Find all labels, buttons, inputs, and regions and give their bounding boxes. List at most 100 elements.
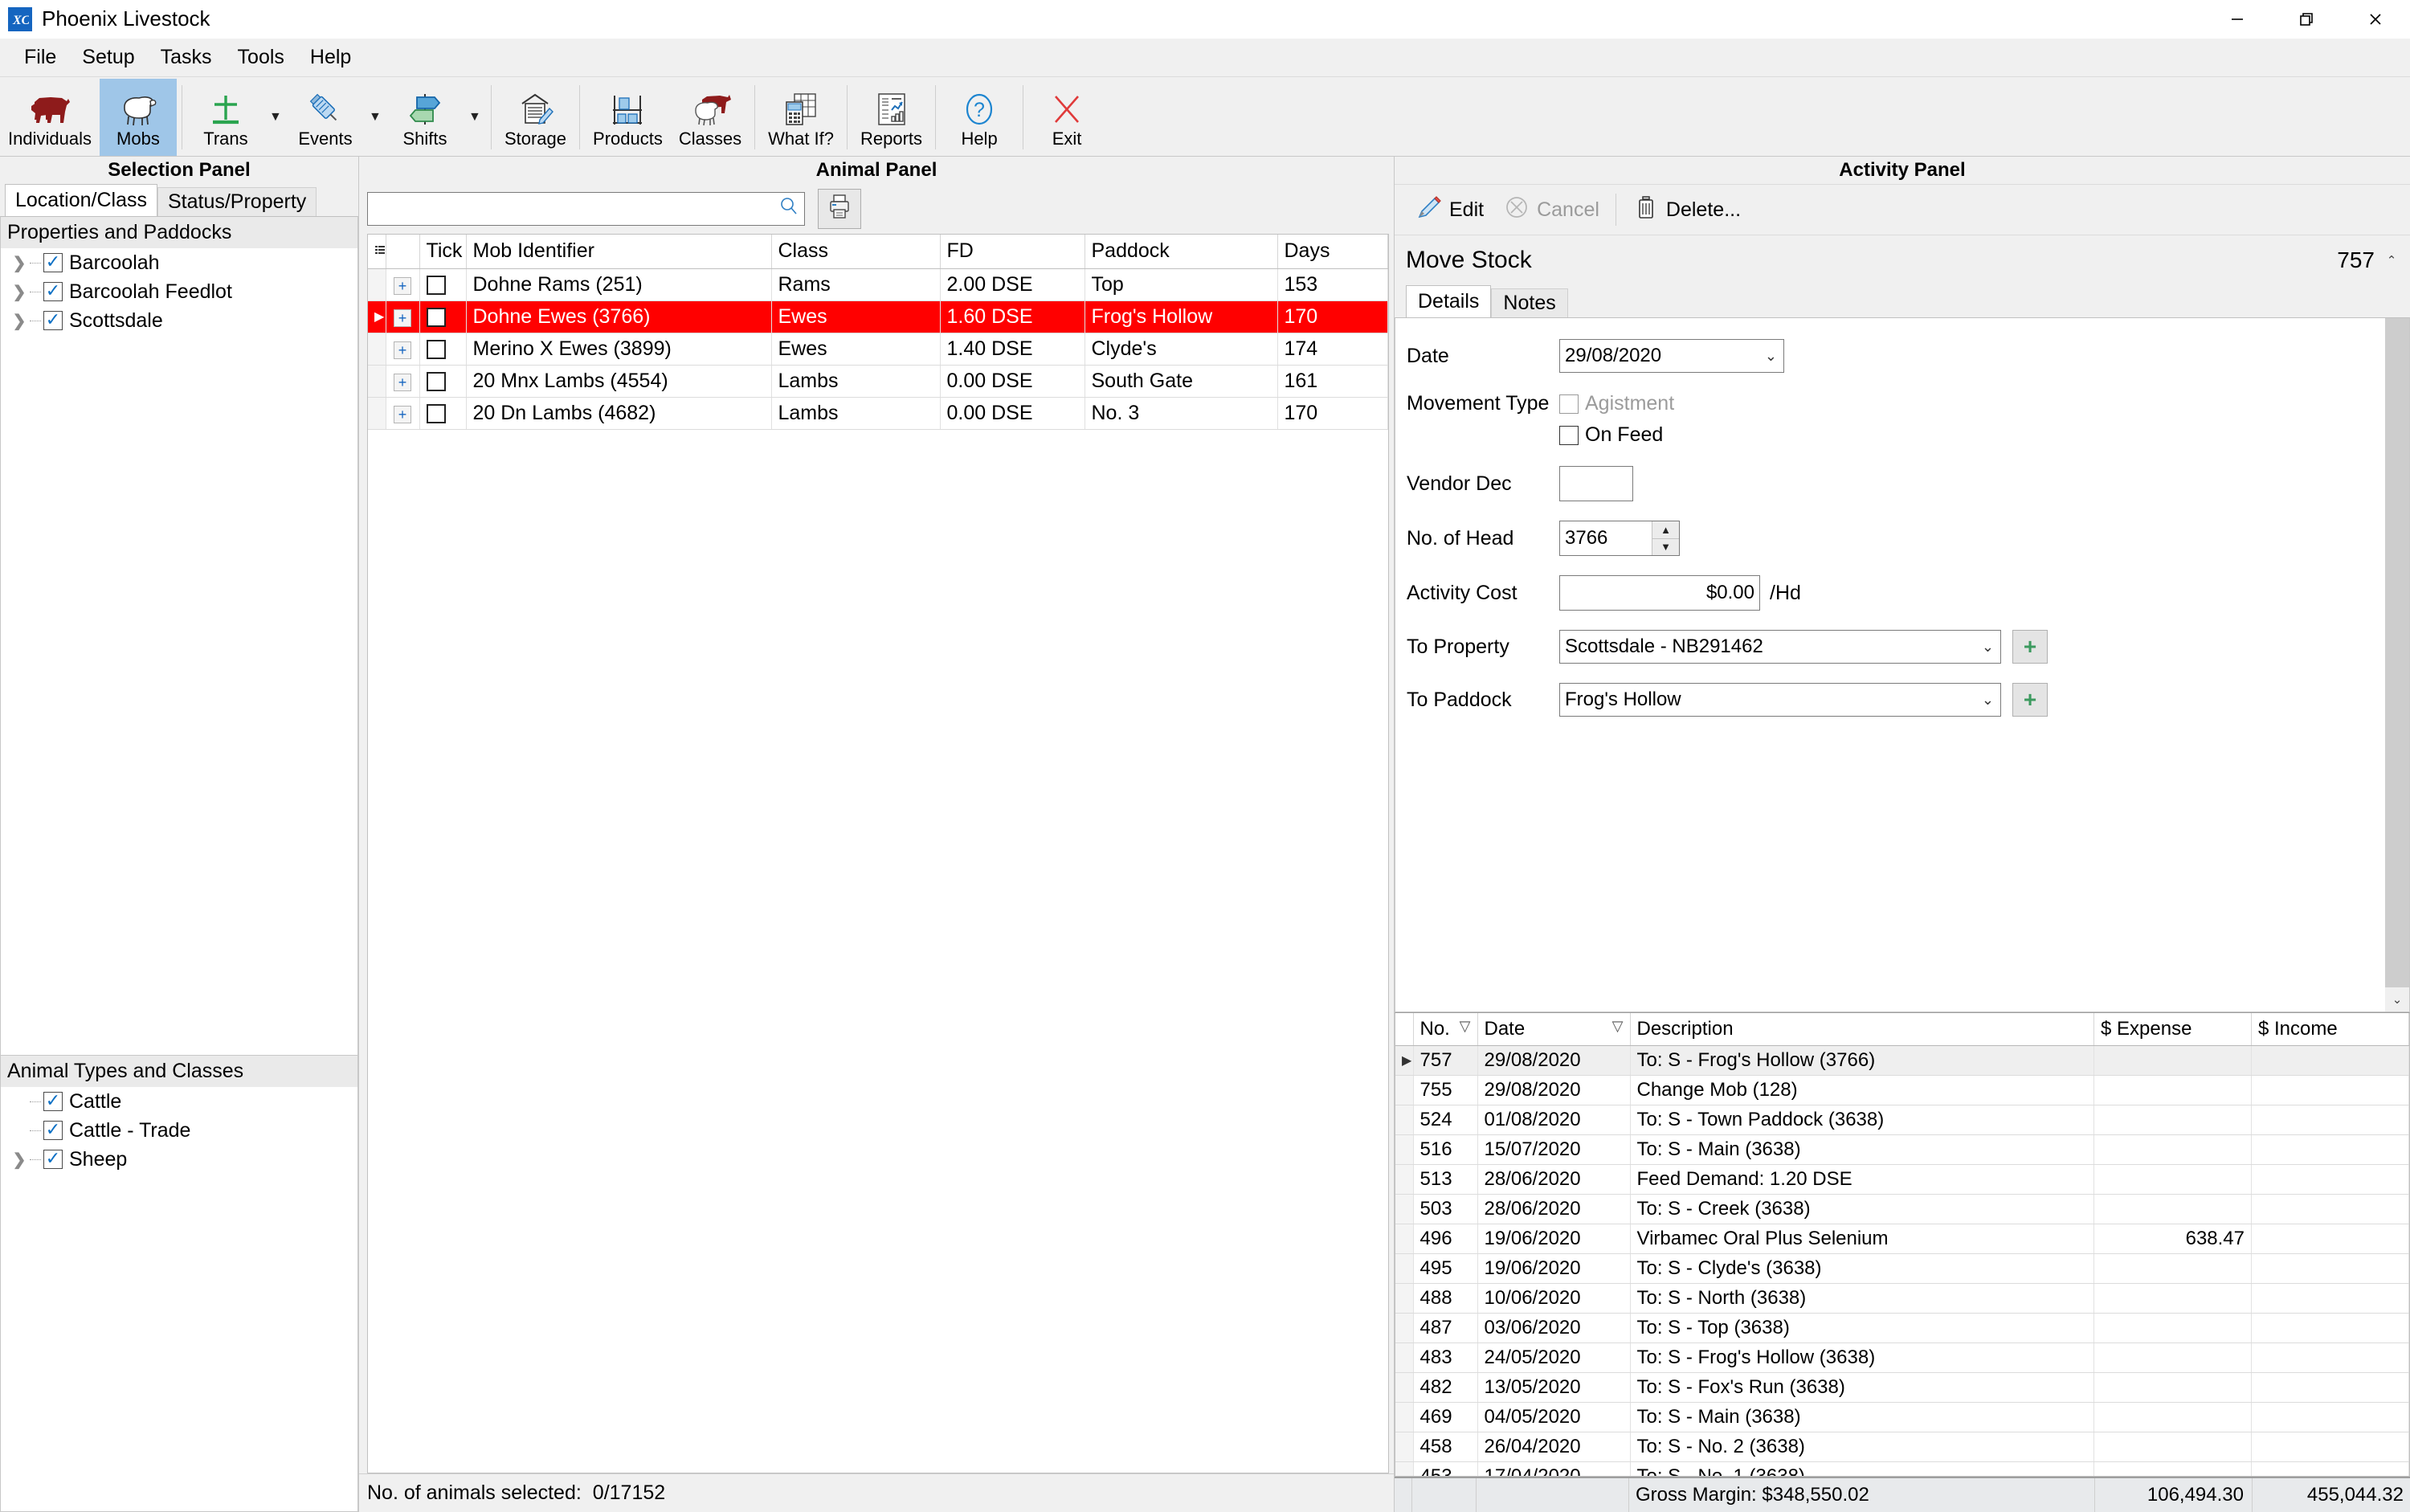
column-header-class[interactable]: Class	[771, 235, 941, 269]
add-property-button[interactable]: +	[2012, 630, 2048, 664]
table-row[interactable]: 516 15/07/2020 To: S - Main (3638)	[1395, 1134, 2409, 1165]
table-row[interactable]: + 20 Dn Lambs (4682) Lambs 0.00 DSE No. …	[368, 397, 1388, 430]
chevron-down-icon[interactable]: ⌄	[1982, 639, 1994, 656]
tick-checkbox[interactable]	[426, 307, 446, 327]
toolbar-button-exit[interactable]: Exit	[1028, 79, 1105, 156]
chevron-right-icon[interactable]: ❯	[9, 282, 30, 302]
toolbar-dropdown-events[interactable]: ▼	[364, 79, 386, 156]
table-row[interactable]: 482 13/05/2020 To: S - Fox's Run (3638)	[1395, 1372, 2409, 1403]
plus-icon[interactable]: +	[394, 276, 411, 295]
table-row[interactable]: 495 19/06/2020 To: S - Clyde's (3638)	[1395, 1253, 2409, 1284]
tree-item-barcoolah-feedlot[interactable]: ❯ Barcoolah Feedlot	[1, 277, 357, 306]
row-tick[interactable]	[419, 268, 467, 301]
row-expander[interactable]: +	[386, 365, 420, 398]
tick-checkbox[interactable]	[426, 339, 446, 359]
table-row[interactable]: 483 24/05/2020 To: S - Frog's Hollow (36…	[1395, 1342, 2409, 1373]
maximize-restore-button[interactable]	[2272, 0, 2341, 39]
column-header-tick[interactable]: Tick	[419, 235, 467, 269]
plus-icon[interactable]: +	[394, 309, 411, 327]
vendor-dec-input[interactable]	[1559, 466, 1633, 501]
stepper-down-icon[interactable]: ▼	[1652, 538, 1679, 555]
history-column-expense[interactable]: $ Expense	[2093, 1013, 2252, 1046]
tick-checkbox[interactable]	[426, 275, 446, 295]
column-header-mob-identifier[interactable]: Mob Identifier	[466, 235, 772, 269]
table-row[interactable]: 755 29/08/2020 Change Mob (128)	[1395, 1075, 2409, 1105]
activity-form-scrollbar[interactable]: ⌄	[2385, 318, 2409, 1011]
chevron-down-icon[interactable]: ⌄	[1982, 692, 1994, 709]
toolbar-button-what-if[interactable]: What If?	[760, 79, 842, 156]
tree-item-cattle-trade[interactable]: ❯ Cattle - Trade	[1, 1116, 357, 1145]
column-header-fd[interactable]: FD	[940, 235, 1085, 269]
row-expander[interactable]: +	[386, 300, 420, 333]
table-row[interactable]: 453 17/04/2020 To: S - No. 1 (3638)	[1395, 1461, 2409, 1476]
checkbox-barcoolah-feedlot[interactable]	[43, 282, 63, 301]
scrollbar-thumb[interactable]	[2385, 318, 2409, 987]
column-header-days[interactable]: Days	[1277, 235, 1388, 269]
tick-checkbox[interactable]	[426, 371, 446, 391]
print-button[interactable]	[818, 189, 861, 229]
menu-tools[interactable]: Tools	[225, 41, 297, 74]
activity-cost-input[interactable]: $0.00	[1559, 575, 1760, 611]
table-row[interactable]: 487 03/06/2020 To: S - Top (3638)	[1395, 1313, 2409, 1343]
toolbar-dropdown-shifts[interactable]: ▼	[464, 79, 486, 156]
table-row[interactable]: + Merino X Ewes (3899) Ewes 1.40 DSE Cly…	[368, 333, 1388, 366]
to-paddock-combobox[interactable]: Frog's Hollow ⌄	[1559, 683, 2001, 717]
menu-help[interactable]: Help	[297, 41, 364, 74]
checkbox-on-feed[interactable]	[1559, 425, 1579, 445]
toolbar-dropdown-trans[interactable]: ▼	[264, 79, 287, 156]
tab-notes[interactable]: Notes	[1491, 288, 1568, 317]
tree-item-cattle[interactable]: ❯ Cattle	[1, 1087, 357, 1116]
table-row[interactable]: ▶ + Dohne Ewes (3766) Ewes 1.60 DSE Frog…	[368, 300, 1388, 333]
table-row[interactable]: 524 01/08/2020 To: S - Town Paddock (363…	[1395, 1105, 2409, 1135]
table-row[interactable]: 469 04/05/2020 To: S - Main (3638)	[1395, 1402, 2409, 1432]
history-column-description[interactable]: Description	[1630, 1013, 2094, 1046]
checkbox-sheep[interactable]	[43, 1150, 63, 1169]
history-column-income[interactable]: $ Income	[2251, 1013, 2409, 1046]
date-combobox[interactable]: 29/08/2020 ⌄	[1559, 339, 1784, 373]
checkbox-cattle-trade[interactable]	[43, 1121, 63, 1140]
menu-file[interactable]: File	[11, 41, 69, 74]
tab-location-class[interactable]: Location/Class	[5, 184, 157, 216]
scroll-down-arrow-icon[interactable]: ⌄	[2385, 987, 2409, 1011]
tree-item-sheep[interactable]: ❯ Sheep	[1, 1145, 357, 1174]
toolbar-button-storage[interactable]: Storage	[496, 79, 574, 156]
menu-tasks[interactable]: Tasks	[148, 41, 225, 74]
edit-button[interactable]: Edit	[1406, 190, 1493, 230]
toolbar-button-classes[interactable]: Classes	[671, 79, 750, 156]
plus-icon[interactable]: +	[394, 405, 411, 423]
table-row[interactable]: 488 10/06/2020 To: S - North (3638)	[1395, 1283, 2409, 1314]
table-row[interactable]: ▶ 757 29/08/2020 To: S - Frog's Hollow (…	[1395, 1045, 2409, 1076]
table-row[interactable]: + Dohne Rams (251) Rams 2.00 DSE Top 153	[368, 268, 1388, 301]
toolbar-button-help[interactable]: ? Help	[941, 79, 1018, 156]
tab-details[interactable]: Details	[1406, 285, 1492, 317]
toolbar-button-shifts[interactable]: Shifts	[386, 79, 464, 156]
plus-icon[interactable]: +	[394, 341, 411, 359]
menu-setup[interactable]: Setup	[69, 41, 147, 74]
chevron-right-icon[interactable]: ❯	[9, 253, 30, 273]
checkbox-scottsdale[interactable]	[43, 311, 63, 330]
chevron-right-icon[interactable]: ❯	[9, 1150, 30, 1170]
tab-status-property[interactable]: Status/Property	[157, 187, 317, 216]
row-expander[interactable]: +	[386, 268, 420, 301]
magnifier-icon[interactable]	[778, 196, 799, 223]
chevron-right-icon[interactable]: ❯	[9, 311, 30, 331]
row-expander[interactable]: +	[386, 397, 420, 430]
control-on-feed[interactable]: On Feed	[1559, 423, 1663, 447]
table-row[interactable]: 458 26/04/2020 To: S - No. 2 (3638)	[1395, 1432, 2409, 1462]
history-column-date[interactable]: Date ▽	[1477, 1013, 1631, 1046]
plus-icon[interactable]: +	[394, 373, 411, 391]
row-tick[interactable]	[419, 365, 467, 398]
toolbar-button-individuals[interactable]: Individuals	[0, 79, 100, 156]
sort-descending-icon[interactable]: ▽	[1612, 1018, 1624, 1035]
column-header-paddock[interactable]: Paddock	[1084, 235, 1278, 269]
chevron-down-icon[interactable]: ⌄	[1765, 348, 1777, 365]
toolbar-button-trans[interactable]: Trans	[187, 79, 264, 156]
no-of-head-stepper[interactable]: 3766 ▲ ▼	[1559, 521, 1680, 556]
history-column-no[interactable]: No. ▽	[1413, 1013, 1478, 1046]
table-row[interactable]: + 20 Mnx Lambs (4554) Lambs 0.00 DSE Sou…	[368, 365, 1388, 398]
table-row[interactable]: 496 19/06/2020 Virbamec Oral Plus Seleni…	[1395, 1224, 2409, 1254]
search-box[interactable]	[367, 192, 805, 226]
delete-button[interactable]: Delete...	[1623, 190, 1750, 230]
tick-checkbox[interactable]	[426, 403, 446, 423]
no-of-head-value[interactable]: 3766	[1560, 521, 1652, 555]
